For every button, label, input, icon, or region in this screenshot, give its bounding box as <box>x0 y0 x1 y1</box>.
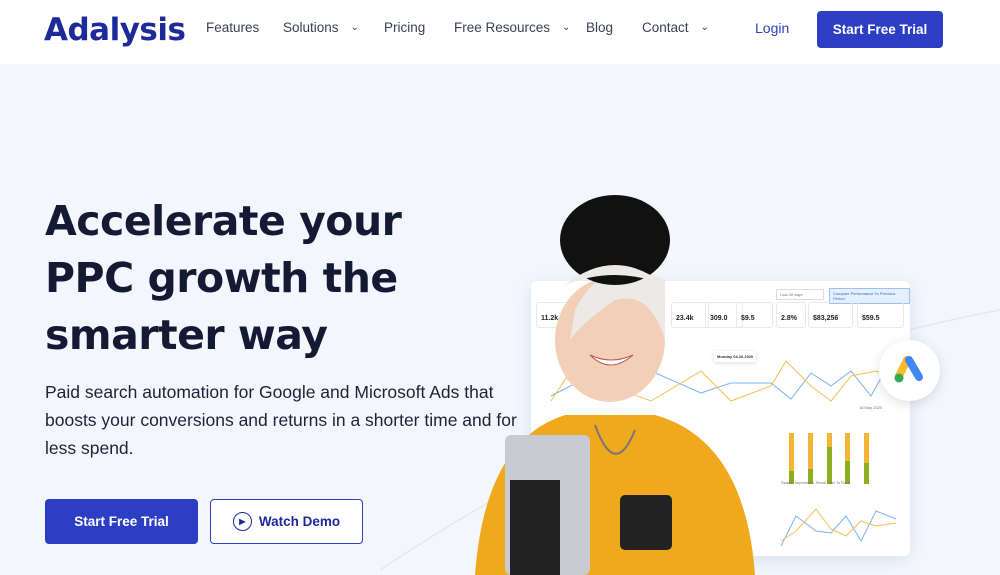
nav-contact[interactable]: Contact ⌄ <box>642 20 709 35</box>
date-range-select: Last 30 days <box>776 289 824 300</box>
nav-blog[interactable]: Blog <box>586 20 613 35</box>
nav-free-resources[interactable]: Free Resources ⌄ <box>454 20 570 35</box>
chevron-down-icon: ⌄ <box>350 22 359 33</box>
nav-label: Contact <box>642 20 689 35</box>
watch-demo-label: Watch Demo <box>258 514 341 529</box>
nav-label: Solutions <box>283 20 339 35</box>
person-photo <box>475 195 755 575</box>
chart2-title: Search Impression Share Lost To Rank <box>781 480 851 485</box>
nav-solutions[interactable]: Solutions ⌄ <box>283 20 359 35</box>
chevron-down-icon: ⌄ <box>700 22 709 33</box>
stat-card: $83,256 <box>808 302 853 328</box>
stat-card: $59.5 <box>857 302 904 328</box>
stat-card: 2.8% <box>776 302 806 328</box>
top-nav: Adalysis Features Solutions ⌄ Pricing Fre… <box>0 0 1000 64</box>
google-ads-badge <box>879 340 940 401</box>
nav-pricing[interactable]: Pricing <box>384 20 425 35</box>
play-icon: ▶ <box>232 512 252 531</box>
nav-label: Blog <box>586 20 614 35</box>
login-link[interactable]: Login <box>755 20 789 36</box>
start-free-trial-button[interactable]: Start Free Trial <box>45 499 198 544</box>
nav-label: Features <box>206 20 260 35</box>
stacked-bars <box>789 433 869 484</box>
chevron-down-icon: ⌄ <box>562 22 571 33</box>
start-free-trial-nav-button[interactable]: Start Free Trial <box>817 11 943 48</box>
logo[interactable]: Adalysis <box>44 12 186 48</box>
date-label: 18 May 2020 <box>859 405 883 410</box>
nav-label: Pricing <box>384 20 426 35</box>
nav-features[interactable]: Features <box>206 20 259 35</box>
nav-label: Free Resources <box>454 20 551 35</box>
google-ads-icon <box>894 356 923 383</box>
watch-demo-button[interactable]: ▶ Watch Demo <box>210 499 363 544</box>
